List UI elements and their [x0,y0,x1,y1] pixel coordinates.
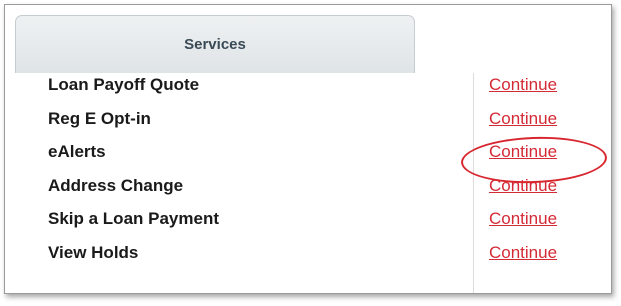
service-label: Skip a Loan Payment [48,209,219,229]
service-row-skip-a-loan-payment: Skip a Loan Payment Continue [5,209,611,243]
service-row-ealerts: eAlerts Continue [5,142,611,176]
continue-link[interactable]: Continue [489,109,557,129]
services-list: Loan Payoff Quote Continue Reg E Opt-in … [5,75,611,277]
service-label: Reg E Opt-in [48,108,151,128]
continue-link[interactable]: Continue [489,142,557,162]
continue-link[interactable]: Continue [489,243,557,263]
services-panel: Services Loan Payoff Quote Continue Reg … [4,4,612,294]
continue-link[interactable]: Continue [489,176,557,196]
service-label: eAlerts [48,142,106,162]
service-label: Loan Payoff Quote [48,75,200,94]
tab-services[interactable]: Services [15,15,415,73]
service-row-reg-e-opt-in: Reg E Opt-in Continue [5,109,611,143]
service-row-address-change: Address Change Continue [5,176,611,210]
service-row-view-holds: View Holds Continue [5,243,611,277]
continue-link[interactable]: Continue [489,209,557,229]
tab-services-label: Services [184,36,246,53]
service-row-loan-payoff-quote: Loan Payoff Quote Continue [5,75,611,109]
continue-link[interactable]: Continue [489,75,557,95]
service-label: Address Change [48,175,184,195]
service-label: View Holds [48,242,139,262]
